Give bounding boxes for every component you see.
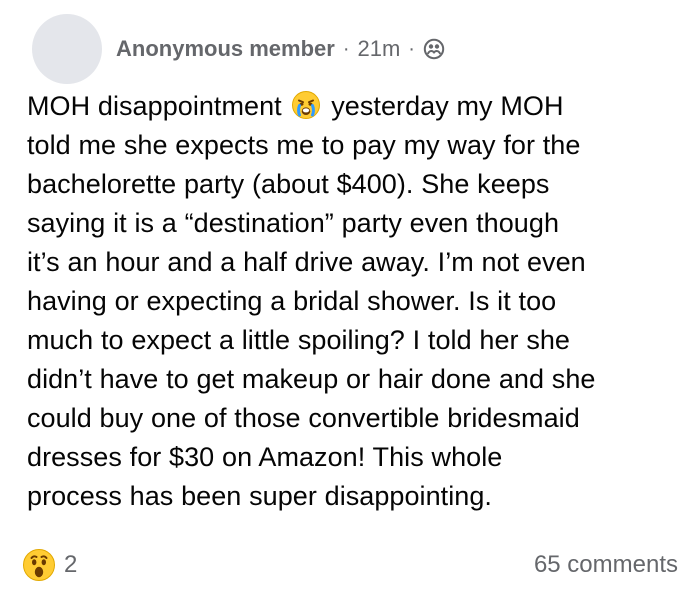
post-text-line-6: having or expecting a bridal shower. Is … [27, 286, 557, 316]
post-title: MOH disappointment [27, 91, 282, 121]
post-text-line-9: could buy one of those convertible bride… [27, 403, 580, 433]
post-body: MOH disappointment yesterday my MOH told… [27, 87, 672, 516]
post-text-line-1: yesterday my MOH [331, 91, 564, 121]
post-text-line-11: process has been super disappointing. [27, 481, 492, 511]
comments-link[interactable]: 65 comments [534, 553, 678, 577]
author-name[interactable]: Anonymous member [116, 38, 335, 60]
reaction-count: 2 [64, 551, 78, 578]
post-text-line-7: much to expect a little spoiling? I told… [27, 325, 570, 355]
meta-separator-2: · [408, 38, 415, 60]
post-time[interactable]: 21m [358, 38, 401, 60]
avatar[interactable] [32, 14, 102, 84]
post-meta: Anonymous member · 21m · [116, 38, 445, 60]
wow-face-icon [22, 548, 56, 582]
crying-face-icon [291, 90, 321, 120]
post-text-line-8: didn’t have to get makeup or hair done a… [27, 364, 596, 394]
post-header: Anonymous member · 21m · [32, 14, 445, 84]
post-text-line-10: dresses for $30 on Amazon! This whole [27, 442, 503, 472]
post-text-line-5: it’s an hour and a half drive away. I’m … [27, 247, 586, 277]
group-privacy-icon [423, 38, 445, 60]
post-text-line-3: bachelorette party (about $400). She kee… [27, 169, 550, 199]
post-title-line: MOH disappointment yesterday my MOH [27, 87, 672, 126]
post-text-line-2: told me she expects me to pay my way for… [27, 130, 581, 160]
meta-separator: · [342, 38, 350, 60]
reactions-summary[interactable]: 2 [22, 548, 77, 582]
facebook-post: Anonymous member · 21m · MOH disappointm… [0, 0, 700, 591]
post-text-line-4: saying it is a “destination” party even … [27, 208, 560, 238]
